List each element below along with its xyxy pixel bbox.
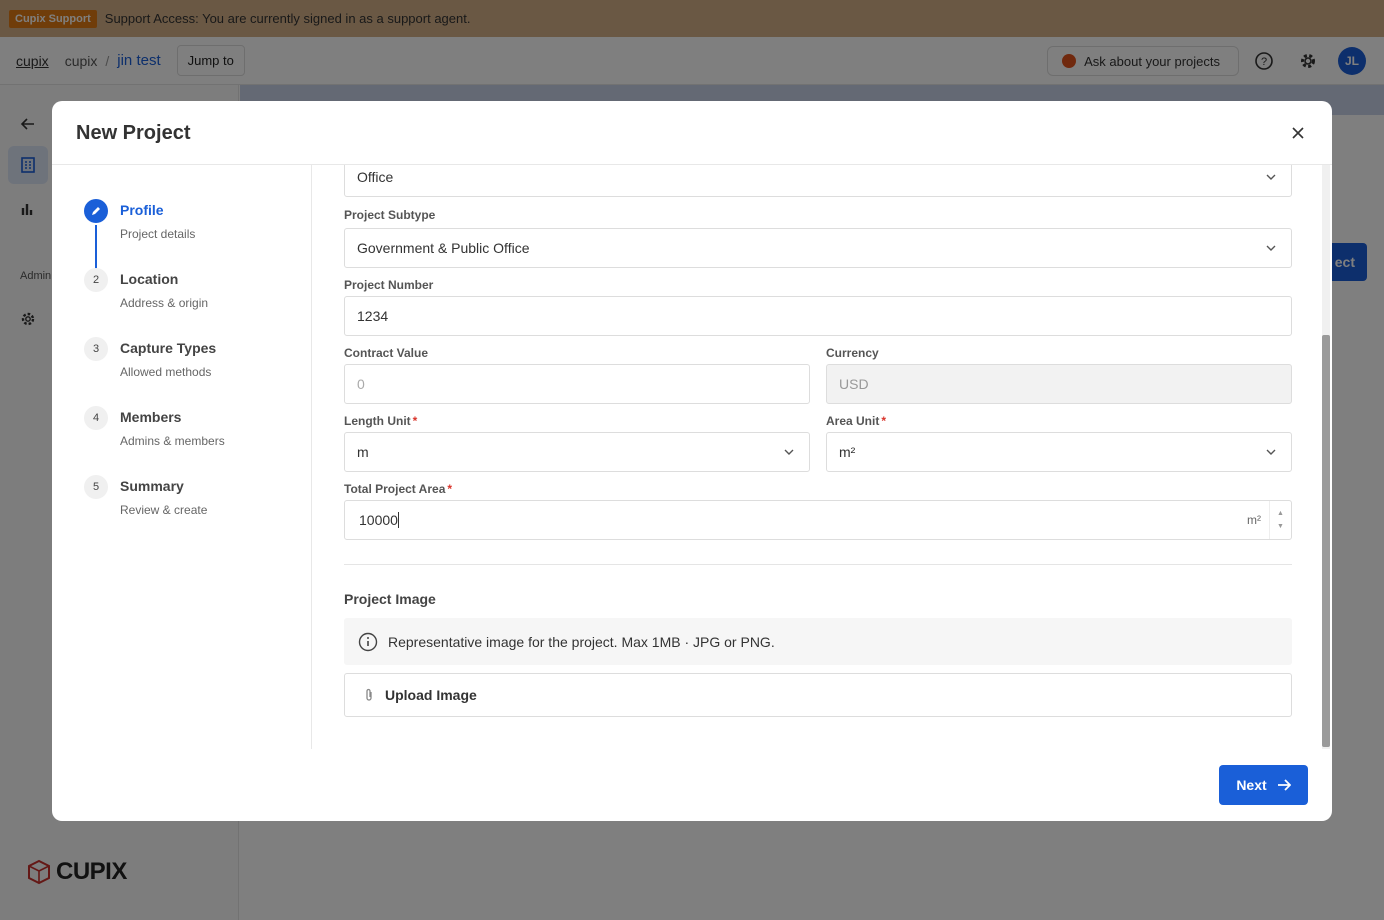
form-content: Office Project Subtype Government & Publ… bbox=[312, 165, 1322, 749]
total-area-value: 10000 bbox=[359, 512, 398, 528]
info-icon bbox=[358, 632, 378, 651]
arrow-right-icon bbox=[1277, 779, 1291, 791]
chevron-down-icon bbox=[1266, 245, 1276, 251]
chevron-down-icon bbox=[1266, 449, 1276, 455]
step-title: Profile bbox=[120, 202, 164, 218]
project-type-select[interactable]: Office bbox=[344, 165, 1292, 197]
step-profile[interactable]: Profile Project details bbox=[84, 199, 304, 269]
upload-image-label: Upload Image bbox=[385, 687, 477, 703]
step-title: Location bbox=[120, 271, 179, 287]
project-type-value: Office bbox=[357, 169, 394, 185]
required-mark: * bbox=[881, 414, 887, 428]
step-summary[interactable]: 5 Summary Review & create bbox=[84, 475, 304, 535]
step-title: Members bbox=[120, 409, 182, 425]
step-subtitle: Address & origin bbox=[120, 296, 209, 310]
scroll-thumb[interactable] bbox=[1322, 335, 1330, 747]
step-subtitle: Admins & members bbox=[120, 434, 225, 448]
contract-value-placeholder: 0 bbox=[357, 376, 365, 392]
step-capture-types[interactable]: 3 Capture Types Allowed methods bbox=[84, 337, 304, 397]
step-profile-indicator bbox=[84, 199, 108, 223]
currency-label: Currency bbox=[826, 346, 879, 360]
content-scrollbar[interactable] bbox=[1322, 165, 1330, 749]
currency-field: USD bbox=[826, 364, 1292, 404]
next-button[interactable]: Next bbox=[1219, 765, 1308, 805]
area-unit-value: m² bbox=[839, 444, 856, 460]
area-unit-label: Area Unit * bbox=[826, 414, 886, 428]
image-info-text: Representative image for the project. Ma… bbox=[388, 633, 775, 650]
step-list: Profile Project details 2 Location Addre… bbox=[52, 165, 312, 749]
step-subtitle: Review & create bbox=[120, 503, 208, 517]
step-members[interactable]: 4 Members Admins & members bbox=[84, 406, 304, 466]
close-icon[interactable] bbox=[1290, 125, 1306, 141]
modal-title: New Project bbox=[76, 122, 191, 144]
project-image-title: Project Image bbox=[344, 591, 436, 607]
stepper-down-icon[interactable]: ▼ bbox=[1277, 523, 1284, 530]
step-number: 4 bbox=[84, 406, 108, 430]
modal-header: New Project bbox=[52, 101, 1332, 165]
stepper-up-icon[interactable]: ▲ bbox=[1277, 510, 1284, 517]
contract-value-label: Contract Value bbox=[344, 346, 429, 360]
length-unit-select[interactable]: m bbox=[344, 432, 810, 472]
step-number: 2 bbox=[84, 268, 108, 292]
step-number: 5 bbox=[84, 475, 108, 499]
total-area-label: Total Project Area * bbox=[344, 482, 452, 496]
currency-value: USD bbox=[839, 376, 869, 392]
number-stepper[interactable]: ▲ ▼ bbox=[1269, 501, 1291, 539]
project-subtype-select[interactable]: Government & Public Office bbox=[344, 228, 1292, 268]
length-unit-label-text: Length Unit bbox=[344, 414, 411, 428]
project-subtype-value: Government & Public Office bbox=[357, 240, 530, 256]
total-area-input[interactable]: 10000 m² ▲ ▼ bbox=[344, 500, 1292, 540]
contract-value-input[interactable]: 0 bbox=[344, 364, 810, 404]
length-unit-label: Length Unit * bbox=[344, 414, 417, 428]
image-info-box: Representative image for the project. Ma… bbox=[344, 618, 1292, 665]
required-mark: * bbox=[412, 414, 418, 428]
text-cursor bbox=[397, 512, 399, 528]
project-subtype-label: Project Subtype bbox=[344, 208, 436, 222]
step-progress-line bbox=[95, 225, 97, 269]
next-label: Next bbox=[1236, 777, 1267, 793]
step-location[interactable]: 2 Location Address & origin bbox=[84, 268, 304, 328]
chevron-down-icon bbox=[1266, 174, 1276, 180]
area-unit-label-text: Area Unit bbox=[826, 414, 880, 428]
upload-image-button[interactable]: Upload Image bbox=[344, 673, 1292, 717]
project-number-value: 1234 bbox=[357, 308, 389, 324]
required-mark: * bbox=[447, 482, 453, 496]
area-unit-select[interactable]: m² bbox=[826, 432, 1292, 472]
total-area-unit: m² bbox=[1247, 513, 1261, 527]
step-title: Summary bbox=[120, 478, 184, 494]
length-unit-value: m bbox=[357, 444, 369, 460]
chevron-down-icon bbox=[784, 449, 794, 455]
pencil-icon bbox=[92, 207, 100, 215]
new-project-modal: New Project Profile Project details 2 Lo… bbox=[52, 101, 1332, 821]
step-subtitle: Allowed methods bbox=[120, 365, 212, 379]
step-subtitle: Project details bbox=[120, 227, 196, 241]
step-number: 3 bbox=[84, 337, 108, 361]
paperclip-icon bbox=[366, 688, 372, 701]
project-number-label: Project Number bbox=[344, 278, 434, 292]
project-number-input[interactable]: 1234 bbox=[344, 296, 1292, 336]
section-divider bbox=[344, 564, 1292, 565]
step-title: Capture Types bbox=[120, 340, 217, 356]
total-area-label-text: Total Project Area bbox=[344, 482, 446, 496]
